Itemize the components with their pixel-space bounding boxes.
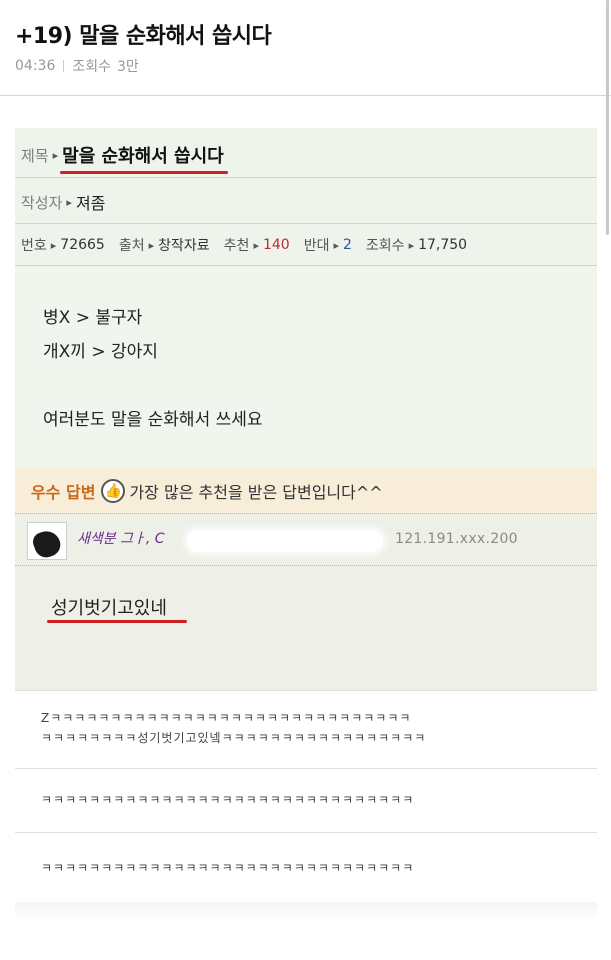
- author-name: 져좀: [75, 194, 106, 213]
- subject-label: 제목: [21, 146, 49, 165]
- arrow-right-icon: ▸: [66, 195, 72, 209]
- best-answer-label: 우수 답변: [31, 482, 96, 502]
- capture-subject: 말을 순화해서 씁시다: [60, 142, 228, 174]
- comment-item: ㅋㅋㅋㅋㅋㅋㅋㅋㅋㅋㅋㅋㅋㅋㅋㅋㅋㅋㅋㅋㅋㅋㅋㅋㅋㅋㅋㅋㅋㅋㅋ: [15, 832, 597, 902]
- views-count: 3만: [117, 59, 139, 75]
- redacted-bar: [187, 530, 383, 552]
- replier-ip: 121.191.xxx.200: [395, 531, 518, 547]
- arrow-right-icon: ▸: [408, 238, 415, 252]
- red-underline: [60, 171, 228, 174]
- author-label: 작성자: [21, 193, 63, 212]
- post-title: +19) 말을 순화해서 씁시다: [15, 24, 272, 49]
- post-time: 04:36: [15, 58, 56, 74]
- arrow-right-icon: ▸: [52, 148, 59, 162]
- body-line: 병X > 불구자: [43, 308, 143, 328]
- oppose-count: 2: [343, 237, 352, 253]
- source-value: 창작자료: [158, 238, 210, 254]
- post-number: 72665: [60, 237, 105, 253]
- arrow-right-icon: ▸: [253, 238, 259, 252]
- best-answer-description: 가장 많은 추천을 받은 답변입니다^^: [129, 482, 383, 502]
- author-row: 작성자 ▸ 져좀: [15, 178, 597, 224]
- reply-meta: 새색분 그ㅏ, C 121.191.xxx.200: [15, 514, 597, 566]
- replier-name: 새색분 그ㅏ, C: [77, 531, 165, 547]
- body-line: 개X끼 > 강아지: [43, 342, 158, 362]
- views-label: 조회수: [72, 59, 111, 75]
- comment-text: ㅋㅋㅋㅋㅋㅋㅋㅋ성기벗기고있넼ㅋㅋㅋㅋㅋㅋㅋㅋㅋㅋㅋㅋㅋㅋㅋㅋㅋ: [41, 731, 427, 745]
- comment-text: Zㅋㅋㅋㅋㅋㅋㅋㅋㅋㅋㅋㅋㅋㅋㅋㅋㅋㅋㅋㅋㅋㅋㅋㅋㅋㅋㅋㅋㅋㅋ: [41, 711, 412, 725]
- best-answer-body: 새색분 그ㅏ, C 121.191.xxx.200 성기벗기고있네: [15, 514, 597, 690]
- recommend-count: 140: [262, 237, 290, 253]
- body-line: 여러분도 말을 순화해서 쓰세요: [43, 410, 263, 430]
- subject-row: 제목 ▸ 말을 순화해서 씁시다: [15, 128, 597, 178]
- thumbs-up-icon: 👍: [101, 478, 126, 503]
- number-label: 번호: [21, 238, 47, 254]
- captured-image: 제목 ▸ 말을 순화해서 씁시다 작성자 ▸ 져좀 번호 ▸ 72665 출처 …: [15, 128, 597, 902]
- arrow-right-icon: ▸: [148, 238, 155, 252]
- image-fade: [15, 902, 597, 922]
- source-label: 출처: [118, 238, 145, 254]
- comment-list: Zㅋㅋㅋㅋㅋㅋㅋㅋㅋㅋㅋㅋㅋㅋㅋㅋㅋㅋㅋㅋㅋㅋㅋㅋㅋㅋㅋㅋㅋㅋ ㅋㅋㅋㅋㅋㅋㅋㅋ…: [15, 690, 597, 902]
- red-underline: [47, 620, 187, 623]
- avatar: [27, 522, 67, 560]
- best-answer-reply: 성기벗기고있네: [51, 598, 167, 619]
- views-label-capture: 조회수: [365, 238, 405, 254]
- oppose-label: 반대: [303, 238, 330, 254]
- arrow-right-icon: ▸: [333, 238, 339, 252]
- comment-text: ㅋㅋㅋㅋㅋㅋㅋㅋㅋㅋㅋㅋㅋㅋㅋㅋㅋㅋㅋㅋㅋㅋㅋㅋㅋㅋㅋㅋㅋㅋㅋ: [41, 793, 415, 807]
- recommend-label: 추천: [223, 238, 250, 254]
- post-header: +19) 말을 순화해서 씁시다 04:36 조회수 3만: [0, 0, 611, 96]
- views-count-capture: 17,750: [418, 237, 468, 253]
- comment-item: Zㅋㅋㅋㅋㅋㅋㅋㅋㅋㅋㅋㅋㅋㅋㅋㅋㅋㅋㅋㅋㅋㅋㅋㅋㅋㅋㅋㅋㅋㅋ ㅋㅋㅋㅋㅋㅋㅋㅋ…: [15, 690, 597, 768]
- post-meta: 04:36 조회수 3만: [15, 56, 139, 76]
- meta-divider: [63, 60, 65, 72]
- comment-text: ㅋㅋㅋㅋㅋㅋㅋㅋㅋㅋㅋㅋㅋㅋㅋㅋㅋㅋㅋㅋㅋㅋㅋㅋㅋㅋㅋㅋㅋㅋㅋ: [41, 861, 415, 875]
- arrow-right-icon: ▸: [50, 238, 57, 252]
- post-body: 병X > 불구자 개X끼 > 강아지 여러분도 말을 순화해서 쓰세요: [15, 267, 597, 467]
- best-answer-header: 우수 답변 👍 가장 많은 추천을 받은 답변입니다^^: [15, 468, 597, 514]
- scrollbar[interactable]: [606, 0, 609, 235]
- comment-item: ㅋㅋㅋㅋㅋㅋㅋㅋㅋㅋㅋㅋㅋㅋㅋㅋㅋㅋㅋㅋㅋㅋㅋㅋㅋㅋㅋㅋㅋㅋㅋ: [15, 768, 597, 832]
- info-row: 번호 ▸ 72665 출처 ▸ 창작자료 추천 ▸ 140 반대 ▸ 2 조회수…: [15, 224, 597, 266]
